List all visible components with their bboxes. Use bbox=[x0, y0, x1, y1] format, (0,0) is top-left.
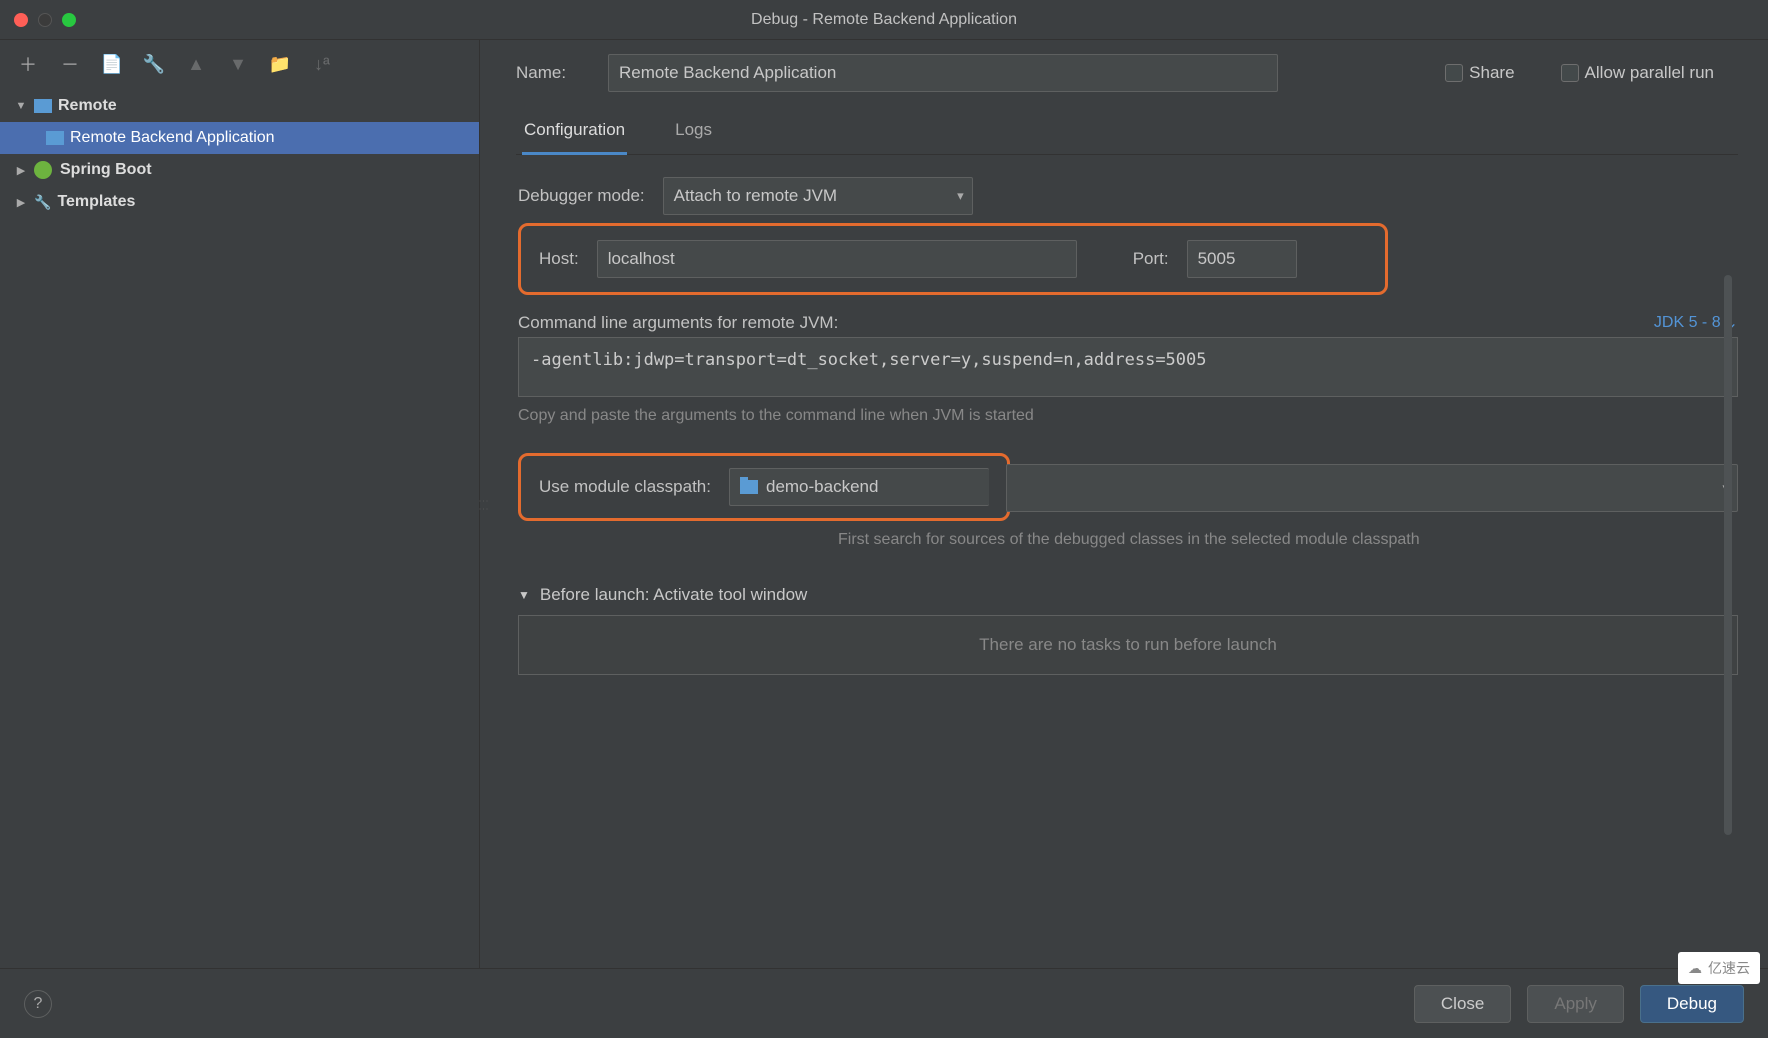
name-label: Name: bbox=[516, 63, 586, 83]
tree-label: Remote bbox=[58, 97, 117, 115]
cloud-icon: ☁ bbox=[1688, 960, 1702, 977]
tree-label: Spring Boot bbox=[60, 161, 152, 179]
host-input[interactable] bbox=[597, 240, 1077, 278]
share-checkbox[interactable]: Share bbox=[1445, 63, 1514, 83]
sidebar-toolbar: ＋ － 📄 🔧 ▲ ▼ 📁 ↓ª bbox=[0, 40, 479, 88]
parallel-label: Allow parallel run bbox=[1585, 63, 1714, 83]
module-hint: First search for sources of the debugged… bbox=[838, 531, 1458, 549]
port-label: Port: bbox=[1133, 249, 1169, 269]
before-launch-list: There are no tasks to run before launch bbox=[518, 615, 1738, 675]
main-panel: Name: Share Allow parallel run Configura… bbox=[486, 40, 1768, 968]
jdk-value: JDK 5 - 8 bbox=[1654, 314, 1721, 332]
tree-item-remote[interactable]: ▼ Remote bbox=[0, 90, 479, 122]
watermark: ☁ 亿速云 bbox=[1678, 952, 1760, 984]
window-title: Debug - Remote Backend Application bbox=[0, 11, 1768, 29]
before-launch-header[interactable]: ▼ Before launch: Activate tool window bbox=[518, 585, 1738, 605]
remote-icon bbox=[46, 131, 64, 145]
debugger-mode-value: Attach to remote JVM bbox=[674, 186, 837, 206]
module-folder-icon bbox=[740, 480, 758, 494]
cmd-label: Command line arguments for remote JVM: bbox=[518, 313, 838, 333]
spring-icon bbox=[34, 161, 52, 179]
module-value: demo-backend bbox=[766, 477, 878, 497]
parallel-checkbox[interactable]: Allow parallel run bbox=[1561, 63, 1714, 83]
sort-icon: ↓ª bbox=[312, 54, 332, 74]
footer: ? Close Apply Debug bbox=[0, 968, 1768, 1038]
chevron-right-icon: ▶ bbox=[14, 164, 28, 177]
module-select[interactable] bbox=[1006, 464, 1738, 512]
tree-label: Remote Backend Application bbox=[70, 129, 275, 147]
cmd-textarea[interactable]: -agentlib:jdwp=transport=dt_socket,serve… bbox=[518, 337, 1738, 397]
scrollbar[interactable] bbox=[1724, 275, 1732, 835]
watermark-text: 亿速云 bbox=[1708, 958, 1750, 978]
remote-icon bbox=[34, 99, 52, 113]
debug-button[interactable]: Debug bbox=[1640, 985, 1744, 1023]
share-label: Share bbox=[1469, 63, 1514, 83]
module-select-inner[interactable]: demo-backend bbox=[729, 468, 989, 506]
remove-icon[interactable]: － bbox=[60, 54, 80, 74]
debugger-mode-select[interactable]: Attach to remote JVM bbox=[663, 177, 973, 215]
sidebar: ＋ － 📄 🔧 ▲ ▼ 📁 ↓ª ▼ Remote Remote Backend… bbox=[0, 40, 480, 968]
folder-icon[interactable]: 📁 bbox=[270, 54, 290, 74]
before-launch-empty: There are no tasks to run before launch bbox=[979, 635, 1277, 655]
chevron-down-icon: ▼ bbox=[14, 100, 28, 112]
config-tree: ▼ Remote Remote Backend Application ▶ Sp… bbox=[0, 88, 479, 968]
port-input[interactable] bbox=[1187, 240, 1297, 278]
titlebar: Debug - Remote Backend Application bbox=[0, 0, 1768, 40]
close-button[interactable]: Close bbox=[1414, 985, 1511, 1023]
wrench-small-icon: 🔧 bbox=[34, 194, 51, 211]
cmd-hint: Copy and paste the arguments to the comm… bbox=[518, 407, 1738, 425]
host-label: Host: bbox=[539, 249, 579, 269]
tree-item-templates[interactable]: ▶ 🔧 Templates bbox=[0, 186, 479, 218]
tree-item-remote-backend[interactable]: Remote Backend Application bbox=[0, 122, 479, 154]
add-icon[interactable]: ＋ bbox=[18, 54, 38, 74]
module-label: Use module classpath: bbox=[539, 477, 711, 497]
chevron-down-icon: ▼ bbox=[518, 588, 530, 602]
tab-configuration[interactable]: Configuration bbox=[522, 110, 627, 155]
before-launch-label: Before launch: Activate tool window bbox=[540, 585, 807, 605]
copy-icon[interactable]: 📄 bbox=[102, 54, 122, 74]
up-icon: ▲ bbox=[186, 54, 206, 74]
tree-label: Templates bbox=[57, 193, 135, 211]
down-icon: ▼ bbox=[228, 54, 248, 74]
help-button[interactable]: ? bbox=[24, 990, 52, 1018]
debugger-mode-label: Debugger mode: bbox=[518, 186, 645, 206]
tree-item-spring-boot[interactable]: ▶ Spring Boot bbox=[0, 154, 479, 186]
wrench-icon[interactable]: 🔧 bbox=[144, 54, 164, 74]
tabs: Configuration Logs bbox=[516, 110, 1738, 155]
host-port-highlight: Host: Port: bbox=[518, 223, 1388, 295]
tab-logs[interactable]: Logs bbox=[673, 110, 714, 154]
apply-button[interactable]: Apply bbox=[1527, 985, 1624, 1023]
module-highlight: Use module classpath: demo-backend bbox=[518, 453, 1010, 521]
name-input[interactable] bbox=[608, 54, 1278, 92]
chevron-right-icon: ▶ bbox=[14, 196, 28, 209]
